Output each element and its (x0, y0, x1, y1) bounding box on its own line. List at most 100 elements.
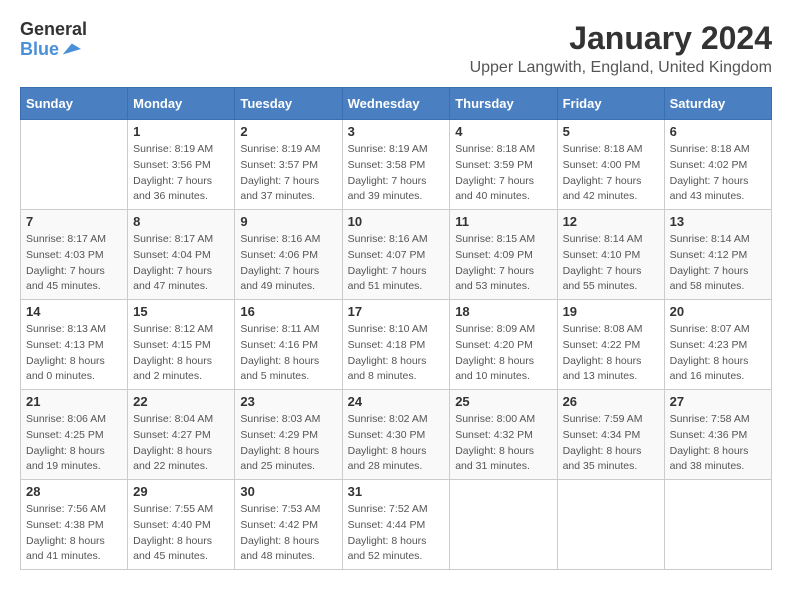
day-number: 12 (563, 214, 659, 229)
day-info: Sunrise: 8:13 AM Sunset: 4:13 PM Dayligh… (26, 322, 122, 385)
day-number: 13 (670, 214, 766, 229)
calendar-cell: 6Sunrise: 8:18 AM Sunset: 4:02 PM Daylig… (664, 120, 771, 210)
day-number: 21 (26, 394, 122, 409)
calendar-week-row: 1 Sunrise: 8:19 AM Sunset: 3:56 PM Daylig… (21, 120, 772, 210)
day-number: 24 (348, 394, 445, 409)
day-info: Sunrise: 8:14 AM Sunset: 4:10 PM Dayligh… (563, 232, 659, 295)
day-number: 31 (348, 484, 445, 499)
page-header: General Blue January 2024 Upper Langwith… (20, 20, 772, 77)
calendar-cell: 11 Sunrise: 8:15 AM Sunset: 4:09 PM Dayli… (450, 210, 557, 300)
day-info: Sunrise: 8:15 AM Sunset: 4:09 PM Dayligh… (455, 232, 551, 295)
calendar-cell: 21 Sunrise: 8:06 AM Sunset: 4:25 PM Dayli… (21, 390, 128, 480)
day-number: 28 (26, 484, 122, 499)
logo: General Blue (20, 20, 87, 60)
calendar-day-header: Wednesday (342, 88, 450, 120)
calendar-week-row: 28 Sunrise: 7:56 AM Sunset: 4:38 PM Dayli… (21, 480, 772, 570)
day-info: Sunrise: 8:18 AM Sunset: 4:00 PM Dayligh… (563, 142, 659, 205)
calendar-cell: 23Sunrise: 8:03 AM Sunset: 4:29 PM Dayli… (235, 390, 342, 480)
calendar-cell: 28 Sunrise: 7:56 AM Sunset: 4:38 PM Dayli… (21, 480, 128, 570)
day-info: Sunrise: 8:08 AM Sunset: 4:22 PM Dayligh… (563, 322, 659, 385)
day-number: 1 (133, 124, 229, 139)
calendar-cell (21, 120, 128, 210)
calendar-cell (664, 480, 771, 570)
day-number: 20 (670, 304, 766, 319)
calendar-day-header: Tuesday (235, 88, 342, 120)
calendar-cell: 9 Sunrise: 8:16 AM Sunset: 4:06 PM Daylig… (235, 210, 342, 300)
calendar-cell: 17 Sunrise: 8:10 AM Sunset: 4:18 PM Dayli… (342, 300, 450, 390)
calendar-table: SundayMondayTuesdayWednesdayThursdayFrid… (20, 87, 772, 570)
day-info: Sunrise: 8:12 AM Sunset: 4:15 PM Dayligh… (133, 322, 229, 385)
logo-icon (59, 38, 81, 60)
day-info: Sunrise: 8:06 AM Sunset: 4:25 PM Dayligh… (26, 412, 122, 475)
calendar-cell: 30Sunrise: 7:53 AM Sunset: 4:42 PM Dayli… (235, 480, 342, 570)
day-number: 15 (133, 304, 229, 319)
day-info: Sunrise: 8:10 AM Sunset: 4:18 PM Dayligh… (348, 322, 445, 385)
calendar-cell: 1 Sunrise: 8:19 AM Sunset: 3:56 PM Daylig… (128, 120, 235, 210)
day-number: 7 (26, 214, 122, 229)
day-number: 25 (455, 394, 551, 409)
logo-general-text: General (20, 20, 87, 38)
day-number: 2 (240, 124, 336, 139)
day-number: 11 (455, 214, 551, 229)
day-number: 22 (133, 394, 229, 409)
calendar-cell: 4Sunrise: 8:18 AM Sunset: 3:59 PM Daylig… (450, 120, 557, 210)
calendar-day-header: Monday (128, 88, 235, 120)
calendar-cell: 27Sunrise: 7:58 AM Sunset: 4:36 PM Dayli… (664, 390, 771, 480)
day-info: Sunrise: 8:07 AM Sunset: 4:23 PM Dayligh… (670, 322, 766, 385)
day-info: Sunrise: 7:52 AM Sunset: 4:44 PM Dayligh… (348, 502, 445, 565)
calendar-cell: 25 Sunrise: 8:00 AM Sunset: 4:32 PM Dayli… (450, 390, 557, 480)
calendar-cell: 12 Sunrise: 8:14 AM Sunset: 4:10 PM Dayli… (557, 210, 664, 300)
day-info: Sunrise: 8:04 AM Sunset: 4:27 PM Dayligh… (133, 412, 229, 475)
day-info: Sunrise: 8:11 AM Sunset: 4:16 PM Dayligh… (240, 322, 336, 385)
calendar-cell: 19 Sunrise: 8:08 AM Sunset: 4:22 PM Dayli… (557, 300, 664, 390)
calendar-day-header: Friday (557, 88, 664, 120)
calendar-cell: 29Sunrise: 7:55 AM Sunset: 4:40 PM Dayli… (128, 480, 235, 570)
calendar-cell: 10Sunrise: 8:16 AM Sunset: 4:07 PM Dayli… (342, 210, 450, 300)
day-info: Sunrise: 7:55 AM Sunset: 4:40 PM Dayligh… (133, 502, 229, 565)
day-info: Sunrise: 8:18 AM Sunset: 3:59 PM Dayligh… (455, 142, 551, 205)
calendar-week-row: 21 Sunrise: 8:06 AM Sunset: 4:25 PM Dayli… (21, 390, 772, 480)
calendar-cell: 3Sunrise: 8:19 AM Sunset: 3:58 PM Daylig… (342, 120, 450, 210)
day-info: Sunrise: 8:18 AM Sunset: 4:02 PM Dayligh… (670, 142, 766, 205)
day-info: Sunrise: 7:56 AM Sunset: 4:38 PM Dayligh… (26, 502, 122, 565)
day-number: 18 (455, 304, 551, 319)
calendar-cell (557, 480, 664, 570)
calendar-header-row: SundayMondayTuesdayWednesdayThursdayFrid… (21, 88, 772, 120)
day-number: 26 (563, 394, 659, 409)
calendar-cell: 8 Sunrise: 8:17 AM Sunset: 4:04 PM Daylig… (128, 210, 235, 300)
calendar-cell: 16Sunrise: 8:11 AM Sunset: 4:16 PM Dayli… (235, 300, 342, 390)
day-number: 3 (348, 124, 445, 139)
calendar-day-header: Thursday (450, 88, 557, 120)
day-info: Sunrise: 8:00 AM Sunset: 4:32 PM Dayligh… (455, 412, 551, 475)
day-number: 27 (670, 394, 766, 409)
calendar-day-header: Saturday (664, 88, 771, 120)
calendar-week-row: 7Sunrise: 8:17 AM Sunset: 4:03 PM Daylig… (21, 210, 772, 300)
day-info: Sunrise: 8:16 AM Sunset: 4:06 PM Dayligh… (240, 232, 336, 295)
day-info: Sunrise: 8:09 AM Sunset: 4:20 PM Dayligh… (455, 322, 551, 385)
day-info: Sunrise: 7:59 AM Sunset: 4:34 PM Dayligh… (563, 412, 659, 475)
day-number: 9 (240, 214, 336, 229)
location-title: Upper Langwith, England, United Kingdom (470, 59, 772, 77)
day-number: 14 (26, 304, 122, 319)
day-number: 19 (563, 304, 659, 319)
day-info: Sunrise: 8:19 AM Sunset: 3:56 PM Dayligh… (133, 142, 229, 205)
title-section: January 2024 Upper Langwith, England, Un… (470, 20, 772, 77)
calendar-cell: 22 Sunrise: 8:04 AM Sunset: 4:27 PM Dayli… (128, 390, 235, 480)
day-info: Sunrise: 7:53 AM Sunset: 4:42 PM Dayligh… (240, 502, 336, 565)
day-number: 5 (563, 124, 659, 139)
day-number: 10 (348, 214, 445, 229)
calendar-day-header: Sunday (21, 88, 128, 120)
day-info: Sunrise: 8:19 AM Sunset: 3:57 PM Dayligh… (240, 142, 336, 205)
day-number: 17 (348, 304, 445, 319)
calendar-cell: 2 Sunrise: 8:19 AM Sunset: 3:57 PM Daylig… (235, 120, 342, 210)
day-info: Sunrise: 8:17 AM Sunset: 4:04 PM Dayligh… (133, 232, 229, 295)
day-number: 23 (240, 394, 336, 409)
calendar-week-row: 14 Sunrise: 8:13 AM Sunset: 4:13 PM Dayli… (21, 300, 772, 390)
day-info: Sunrise: 8:02 AM Sunset: 4:30 PM Dayligh… (348, 412, 445, 475)
calendar-cell: 18 Sunrise: 8:09 AM Sunset: 4:20 PM Dayli… (450, 300, 557, 390)
calendar-cell (450, 480, 557, 570)
calendar-cell: 26 Sunrise: 7:59 AM Sunset: 4:34 PM Dayli… (557, 390, 664, 480)
day-number: 8 (133, 214, 229, 229)
calendar-cell: 15 Sunrise: 8:12 AM Sunset: 4:15 PM Dayli… (128, 300, 235, 390)
calendar-cell: 31 Sunrise: 7:52 AM Sunset: 4:44 PM Dayli… (342, 480, 450, 570)
